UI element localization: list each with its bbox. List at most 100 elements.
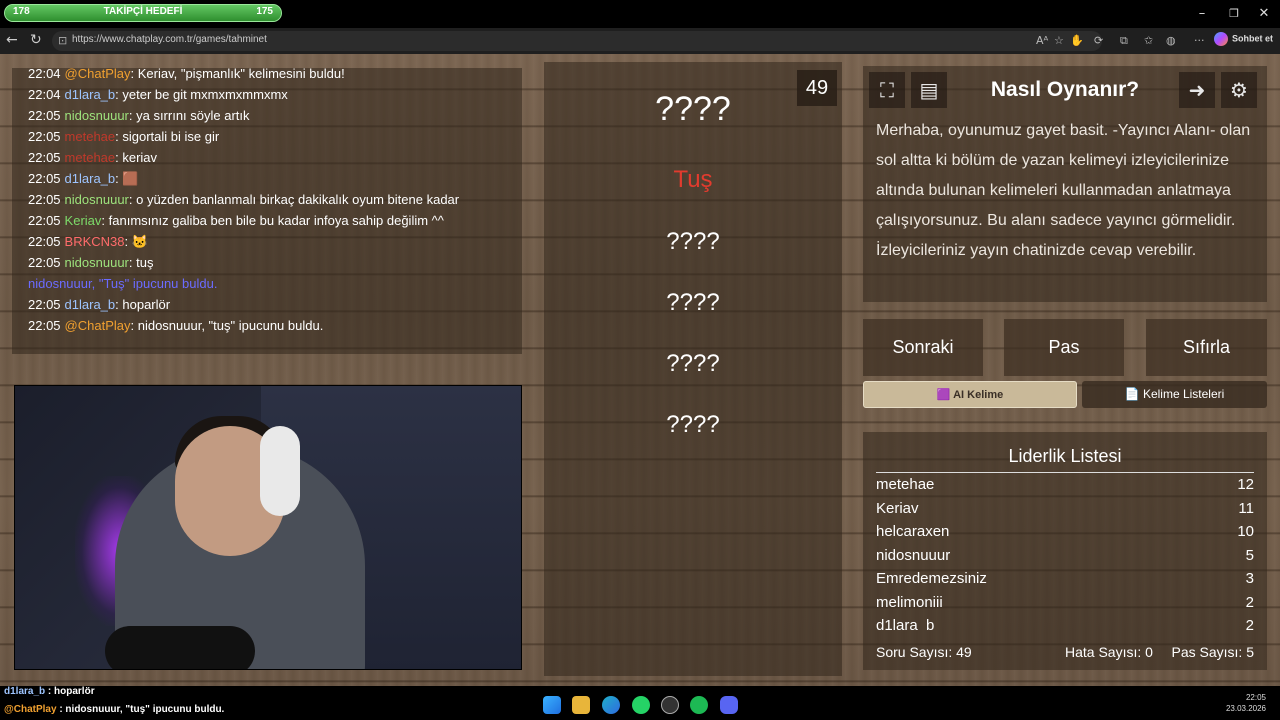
message-username[interactable]: nidosnuuur (65, 255, 129, 270)
favorite-icon[interactable]: ☆ (1054, 34, 1064, 47)
hint-word-2: ???? (666, 228, 720, 255)
message-text: : nidosnuuur, "tuş" ipucunu buldu. (130, 318, 324, 333)
error-count: Hata Sayısı: 0 (1065, 644, 1153, 660)
hint-word-5: ???? (666, 411, 720, 438)
message-username[interactable]: metehae (65, 129, 116, 144)
chat-messages: 22:04 @ChatPlay: Keriav, "pişmanlık" keli… (28, 68, 518, 339)
start-icon[interactable] (543, 696, 561, 714)
reset-button[interactable]: Sıfırla (1146, 319, 1267, 376)
close-icon[interactable]: ✕ (1254, 6, 1274, 21)
leaderboard-title: Liderlik Listesi (1008, 446, 1122, 466)
message-username[interactable]: BRKCN38 (65, 234, 125, 249)
system-clock[interactable]: 22:05 23.03.2026 (1226, 692, 1266, 714)
message-time: 22:04 (28, 68, 61, 81)
sync-icon[interactable]: ⟳ (1094, 34, 1103, 47)
chat-panel: 22:04 @ChatPlay: Keriav, "pişmanlık" keli… (12, 68, 522, 354)
leaderboard-row: nidosnuuur 5 (876, 547, 1254, 571)
pass-button[interactable]: Pas (1004, 319, 1124, 376)
game-area: 22:04 @ChatPlay: Keriav, "pişmanlık" keli… (0, 54, 1280, 686)
chat-message: 22:05 @ChatPlay: nidosnuuur, "tuş" ipucun… (28, 318, 518, 339)
goal-target: 175 (256, 6, 273, 17)
minimize-icon[interactable]: – (1192, 6, 1212, 21)
message-username[interactable]: d1lara_b (65, 87, 116, 102)
message-time: 22:05 (28, 255, 61, 270)
message-time: 22:05 (28, 171, 61, 186)
player-score: 3 (1245, 570, 1254, 587)
copilot-chat-button[interactable]: Sohbet et (1214, 32, 1273, 50)
exit-icon[interactable]: ➜ (1179, 72, 1215, 108)
url-text: https://www.chatplay.com.tr/games/tahmin… (72, 34, 267, 45)
message-username[interactable]: d1lara_b (65, 171, 116, 186)
discord-icon[interactable] (720, 696, 738, 714)
message-time: 22:04 (28, 87, 61, 102)
chat-message: 22:05 d1lara_b: hoparlör (28, 297, 518, 318)
browser-toolbar: ← ↻ ⊡ https://www.chatplay.com.tr/games/… (0, 28, 1280, 54)
follower-goal-bar: 178 TAKİPÇİ HEDEFİ 175 (4, 4, 282, 22)
edge-icon[interactable] (602, 696, 620, 714)
hint-word-4: ???? (666, 350, 720, 377)
message-text: : Keriav, "pişmanlık" kelimesini buldu! (130, 68, 345, 81)
address-bar[interactable]: ⊡ https://www.chatplay.com.tr/games/tahm… (52, 31, 1102, 51)
profile-icon[interactable]: ◍ (1166, 34, 1176, 47)
message-text: : 🐱 (124, 234, 148, 249)
message-username[interactable]: nidosnuuur (65, 192, 129, 207)
webcam-feed (14, 385, 522, 670)
chat-message: 22:05 nidosnuuur: ya sırrını söyle artık (28, 108, 518, 129)
spotify-icon[interactable] (690, 696, 708, 714)
clock-time: 22:05 (1245, 693, 1266, 702)
read-aloud-icon[interactable]: Aᴬ (1036, 34, 1048, 47)
refresh-icon[interactable]: ↻ (30, 32, 42, 48)
question-count: Soru Sayısı: 49 (876, 644, 972, 660)
message-username[interactable]: metehae (65, 150, 116, 165)
message-time: 22:05 (28, 129, 61, 144)
help-text: Merhaba, oyunumuz gayet basit. -Yayıncı … (876, 122, 1251, 259)
message-text: : sigortali bi ise gir (115, 129, 220, 144)
message-username[interactable]: Keriav (65, 213, 102, 228)
help-title: Nasıl Oynanır? (990, 78, 1140, 101)
message-text: : fanımsınız galiba ben bile bu kadar in… (101, 213, 444, 228)
word-column: ???? Tuş ???? ???? ???? ???? (544, 62, 842, 676)
hint-word-1: Tuş (673, 166, 713, 193)
player-score: 5 (1245, 546, 1254, 564)
player-name: melimoniii (876, 593, 943, 611)
whatsapp-icon[interactable] (632, 696, 650, 714)
clock-date: 23.03.2026 (1225, 704, 1266, 713)
maximize-icon[interactable]: ❐ (1224, 7, 1244, 20)
file-explorer-icon[interactable] (572, 696, 590, 714)
message-username[interactable]: @ChatPlay (65, 68, 131, 81)
notes-icon[interactable]: ▤ (911, 72, 947, 108)
more-icon[interactable]: ··· (1194, 34, 1205, 47)
favorites-icon[interactable]: ✩ (1144, 34, 1153, 47)
message-time: 22:05 (28, 108, 61, 123)
message-text: : o yüzden banlanmalı birkaç dakikalık o… (128, 192, 460, 207)
screen: 178 TAKİPÇİ HEDEFİ 175 – ❐ ✕ ← ↻ ⊡ https… (0, 0, 1280, 720)
chat-message: 22:05 BRKCN38: 🐱 (28, 234, 518, 255)
leaderboard-row: Emredemezsiniz 3 (876, 570, 1254, 594)
leaderboard-row: helcaraxen 10 (876, 523, 1254, 547)
message-text: : hoparlör (115, 297, 171, 312)
leaderboard-panel: Liderlik Listesi metehae 12 Keriav 11 helcar… (863, 432, 1267, 670)
chat-message: nidosnuuur, "Tuş" ipucunu buldu. (28, 276, 518, 297)
extension-icon[interactable]: ✋ (1070, 34, 1084, 47)
leaderboard-list[interactable]: metehae 12 Keriav 11 helcaraxen 10 nidosnuuur 5… (876, 476, 1254, 630)
chat-message: 22:05 nidosnuuur: tuş (28, 255, 518, 276)
player-score: 2 (1245, 617, 1254, 630)
overlay-chat-line: @ChatPlay : nidosnuuur, "tuş" ipucunu bu… (4, 704, 225, 715)
message-username[interactable]: d1lara_b (65, 297, 116, 312)
message-username[interactable]: nidosnuuur (65, 108, 129, 123)
fullscreen-icon[interactable]: ⛶ (869, 72, 905, 108)
app-icon[interactable] (661, 696, 679, 714)
pass-count: Pas Sayısı: 5 (1171, 644, 1254, 660)
back-icon[interactable]: ← (6, 32, 18, 48)
extensions-icon[interactable]: ⧉ (1120, 34, 1128, 48)
message-time: 22:05 (28, 213, 61, 228)
message-username[interactable]: @ChatPlay (65, 318, 131, 333)
settings-icon[interactable]: ⚙ (1221, 72, 1257, 108)
ai-words-tab[interactable]: 🟪 AI Kelime (863, 381, 1077, 408)
next-button[interactable]: Sonraki (863, 319, 983, 376)
player-name: metehae (876, 476, 935, 493)
word-lists-tab[interactable]: 📄 Kelime Listeleri (1082, 381, 1267, 408)
player-name: Emredemezsiniz (876, 570, 987, 587)
message-time: 22:05 (28, 234, 61, 249)
site-info-icon[interactable]: ⊡ (58, 34, 67, 47)
